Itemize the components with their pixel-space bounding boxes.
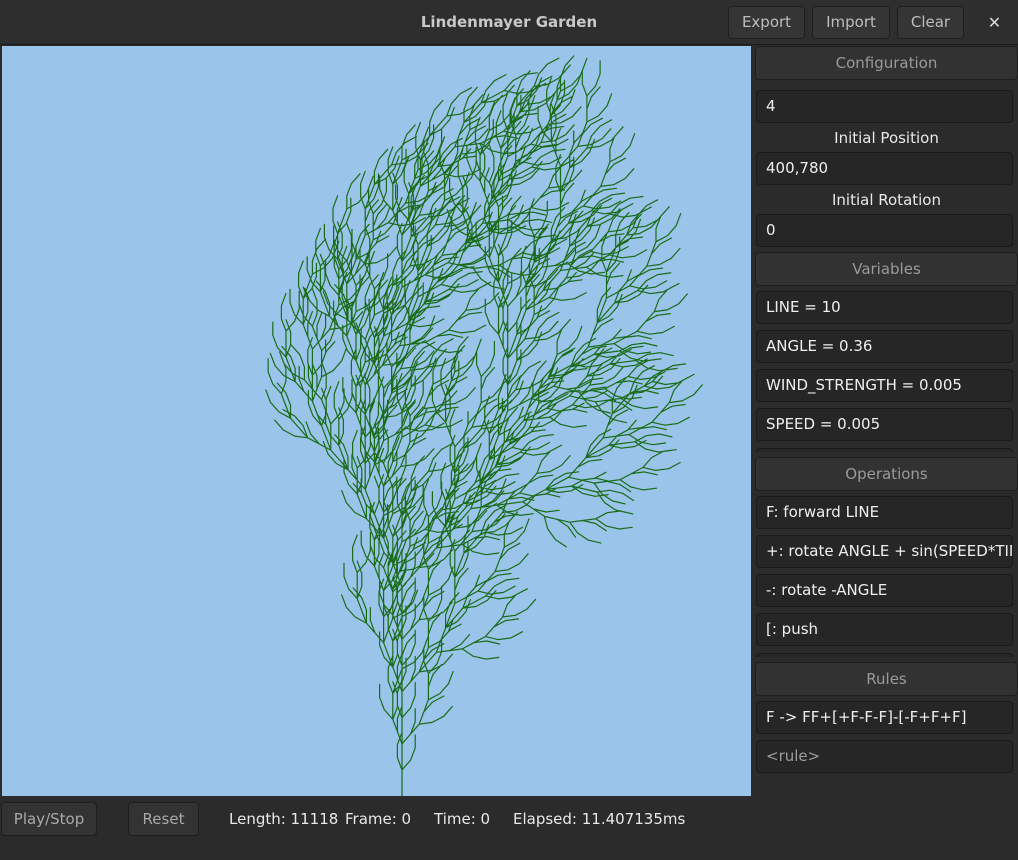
variable-field[interactable]: ANGLE = 0.36 [756,330,1013,363]
operation-field[interactable]: +: rotate ANGLE + sin(SPEED*TIME*I [756,535,1013,568]
plant-canvas[interactable] [2,46,751,796]
sidebar: Configuration 4 Initial Position 400,780… [755,46,1018,797]
reset-button[interactable]: Reset [128,802,199,836]
initial-position-field[interactable]: 400,780 [756,152,1013,185]
plant-drawing [265,55,703,796]
elapsed-readout: Elapsed: 11.407135ms [513,810,686,828]
rules-header[interactable]: Rules [755,662,1018,696]
clear-button[interactable]: Clear [897,6,964,39]
play-stop-button[interactable]: Play/Stop [1,802,97,836]
operation-field[interactable]: -: rotate -ANGLE [756,574,1013,607]
initial-rotation-label: Initial Rotation [831,191,941,209]
variable-field-partial[interactable] [756,448,1013,452]
import-button[interactable]: Import [812,6,890,39]
length-readout: Length: 11118 [229,810,339,828]
operation-field[interactable]: [: push [756,613,1013,646]
operations-header[interactable]: Operations [755,457,1018,491]
plant-branches [265,55,703,796]
variables-header[interactable]: Variables [755,252,1018,286]
rule-field[interactable]: F -> FF+[+F-F-F]-[-F+F+F] [756,701,1013,734]
operation-field[interactable]: F: forward LINE [756,496,1013,529]
variable-field[interactable]: LINE = 10 [756,291,1013,324]
variable-field[interactable]: SPEED = 0.005 [756,408,1013,441]
iterations-field[interactable]: 4 [756,90,1013,123]
new-rule-field[interactable]: <rule> [756,740,1013,773]
status-bar: Play/Stop Reset Length: 11118 Frame: 0 T… [0,797,1018,860]
title-bar: Lindenmayer Garden Export Import Clear ✕ [0,0,1018,45]
time-readout: Time: 0 [434,810,491,828]
close-icon[interactable]: ✕ [978,6,1011,39]
initial-position-label: Initial Position [834,129,939,147]
operation-field-partial[interactable] [756,653,1013,657]
initial-rotation-field[interactable]: 0 [756,214,1013,247]
export-button[interactable]: Export [728,6,805,39]
configuration-header[interactable]: Configuration [755,46,1018,80]
frame-readout: Frame: 0 [345,810,412,828]
variable-field[interactable]: WIND_STRENGTH = 0.005 [756,369,1013,402]
